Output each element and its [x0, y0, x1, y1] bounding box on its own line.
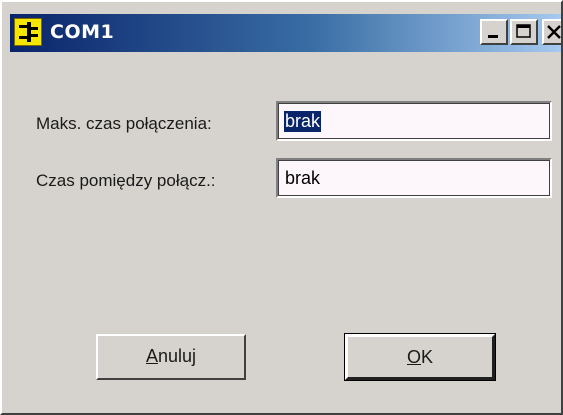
ok-button[interactable]: OK: [344, 333, 496, 381]
minimize-icon: [488, 35, 498, 38]
close-button[interactable]: [542, 19, 561, 45]
cancel-button-label: nuluj: [157, 346, 197, 366]
max-connection-time-input[interactable]: brak: [276, 101, 552, 141]
time-between-connections-input[interactable]: brak: [276, 158, 552, 198]
max-connection-time-value: brak: [284, 111, 322, 132]
ok-button-label: K: [421, 347, 434, 367]
maximize-icon: [516, 24, 531, 38]
window-title: COM1: [50, 21, 115, 43]
minimize-button[interactable]: [480, 19, 508, 45]
dialog-window: COM1 Maks. czas połączenia: brak Czas po…: [0, 0, 563, 415]
close-icon: [547, 25, 561, 39]
title-bar[interactable]: COM1: [10, 14, 561, 52]
cancel-button-access-key: A: [145, 346, 158, 366]
time-between-connections-value: brak: [285, 168, 321, 188]
plug-connector-icon[interactable]: [14, 18, 42, 46]
ok-button-access-key: O: [406, 347, 421, 367]
cancel-button[interactable]: Anuluj: [96, 334, 246, 380]
time-between-connections-label: Czas pomiędzy połącz.:: [36, 171, 216, 190]
max-connection-time-label: Maks. czas połączenia:: [36, 114, 212, 133]
maximize-button[interactable]: [510, 19, 538, 45]
